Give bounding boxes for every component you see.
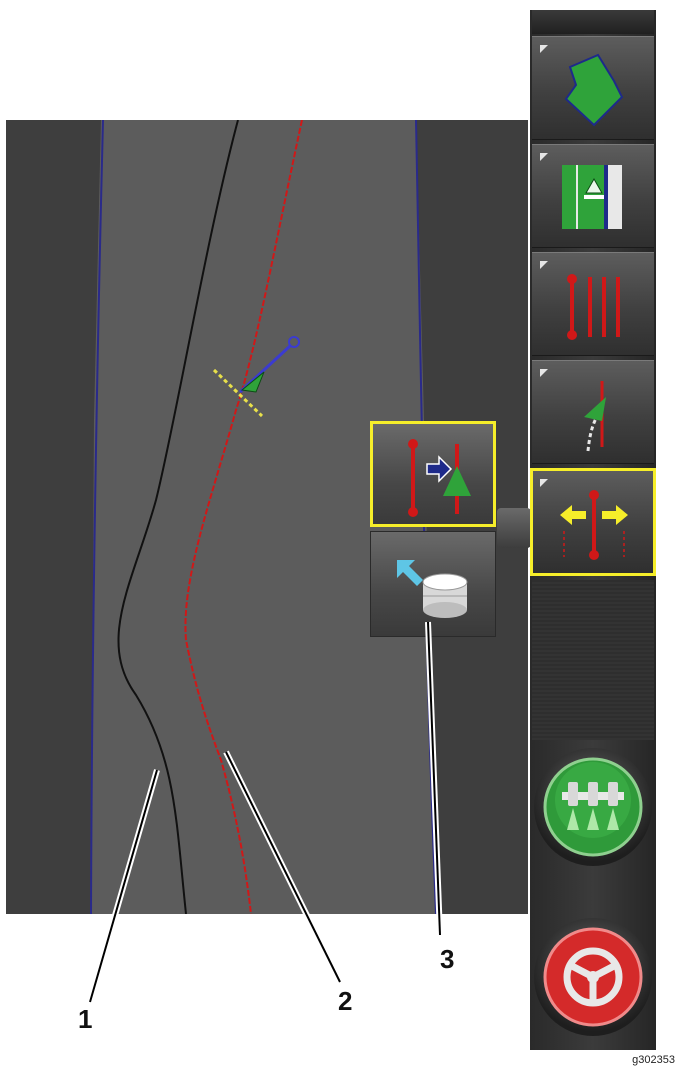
- callout-label-1: 1: [78, 1004, 93, 1034]
- callout-line-1-core: [89, 769, 158, 1003]
- callout-label-2: 2: [338, 986, 353, 1016]
- callout-lines: [87, 621, 443, 1003]
- figure-code: g302353: [632, 1054, 675, 1066]
- callout-line-3-core: [427, 621, 441, 936]
- callout-label-3: 3: [440, 944, 455, 974]
- callout-line-2-core: [225, 751, 341, 983]
